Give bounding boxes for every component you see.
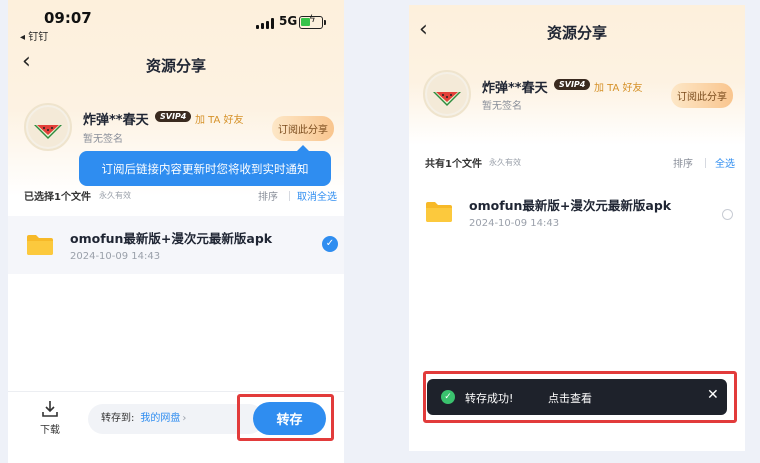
page-title: 资源分享	[145, 57, 206, 75]
file-list-header: 共有1个文件 永久有效 排序 全选	[409, 153, 745, 173]
file-name: omofun最新版+漫次元最新版apk	[70, 231, 273, 246]
add-friend-link[interactable]: 加 TA 好友	[195, 111, 244, 126]
deselect-all-button[interactable]: 取消全选	[297, 188, 337, 203]
back-to-app-link[interactable]: ◂ 钉钉	[20, 28, 48, 43]
file-count-label: 共有1个文件	[425, 159, 482, 170]
status-bar: 09:07 ◂ 钉钉 5G ϟ	[8, 0, 344, 43]
unchecked-circle-icon[interactable]	[722, 209, 733, 220]
folder-icon	[426, 202, 452, 222]
vip-badge: SVIP4	[554, 79, 591, 90]
user-name: 炸弹**春天	[83, 113, 149, 128]
divider	[289, 191, 290, 201]
file-date: 2024-10-09 14:43	[469, 218, 560, 229]
battery-icon: ϟ	[299, 14, 326, 29]
highlight-annotation	[423, 371, 737, 423]
checked-icon[interactable]: ✓	[322, 236, 338, 252]
validity-label: 永久有效	[489, 158, 521, 167]
page-title: 资源分享	[546, 24, 607, 42]
chevron-right-icon: ›	[182, 413, 187, 424]
bottom-action-bar: 下载 转存到: 我的网盘 › 转存	[8, 391, 344, 463]
watermelon-icon	[427, 74, 467, 114]
download-button[interactable]: 下载	[34, 400, 66, 436]
add-friend-link[interactable]: 加 TA 好友	[594, 79, 643, 94]
tooltip-arrow	[297, 145, 309, 151]
sort-button[interactable]: 排序	[673, 155, 693, 170]
network-type: 5G	[279, 14, 298, 28]
save-to-target: 我的网盘	[140, 413, 181, 424]
file-list-header: 已选择1个文件 永久有效 排序 取消全选	[8, 186, 344, 206]
folder-icon	[27, 235, 53, 255]
avatar[interactable]	[24, 103, 72, 151]
vip-badge: SVIP4	[155, 111, 192, 122]
file-row[interactable]: omofun最新版+漫次元最新版apk 2024-10-09 14:43	[409, 185, 745, 243]
watermelon-icon	[28, 107, 68, 147]
divider	[705, 158, 706, 168]
tooltip-text: 订阅后链接内容更新时您将收到实时通知	[101, 161, 309, 176]
save-to-label: 转存到:	[101, 413, 135, 424]
download-label: 下载	[40, 425, 60, 436]
file-date: 2024-10-09 14:43	[70, 251, 161, 262]
signal-icon	[256, 18, 274, 29]
subscribe-button[interactable]: 订阅此分享	[272, 116, 334, 141]
subscribe-button[interactable]: 订阅此分享	[671, 83, 733, 108]
highlight-annotation	[237, 394, 334, 441]
download-icon	[42, 401, 58, 417]
sort-button[interactable]: 排序	[258, 188, 278, 203]
avatar[interactable]	[423, 70, 471, 118]
status-time: 09:07	[44, 9, 92, 27]
right-screen: ‹ 资源分享 炸弹**春天 SVIP4 加 TA 好友 暂无签名 订阅此分享 共…	[409, 5, 745, 451]
left-screen: 09:07 ◂ 钉钉 5G ϟ ‹ 资源分享 炸弹**春天 SVIP4 加 TA…	[8, 0, 344, 463]
file-name: omofun最新版+漫次元最新版apk	[469, 198, 672, 213]
file-count-label: 已选择1个文件	[24, 192, 91, 203]
subscribe-tooltip: 订阅后链接内容更新时您将收到实时通知	[79, 145, 331, 186]
user-name: 炸弹**春天	[482, 81, 548, 96]
file-row[interactable]: omofun最新版+漫次元最新版apk 2024-10-09 14:43 ✓	[8, 216, 344, 274]
user-signature: 暂无签名	[482, 101, 522, 112]
validity-label: 永久有效	[99, 191, 131, 200]
select-all-button[interactable]: 全选	[715, 155, 735, 170]
user-signature: 暂无签名	[83, 134, 123, 145]
